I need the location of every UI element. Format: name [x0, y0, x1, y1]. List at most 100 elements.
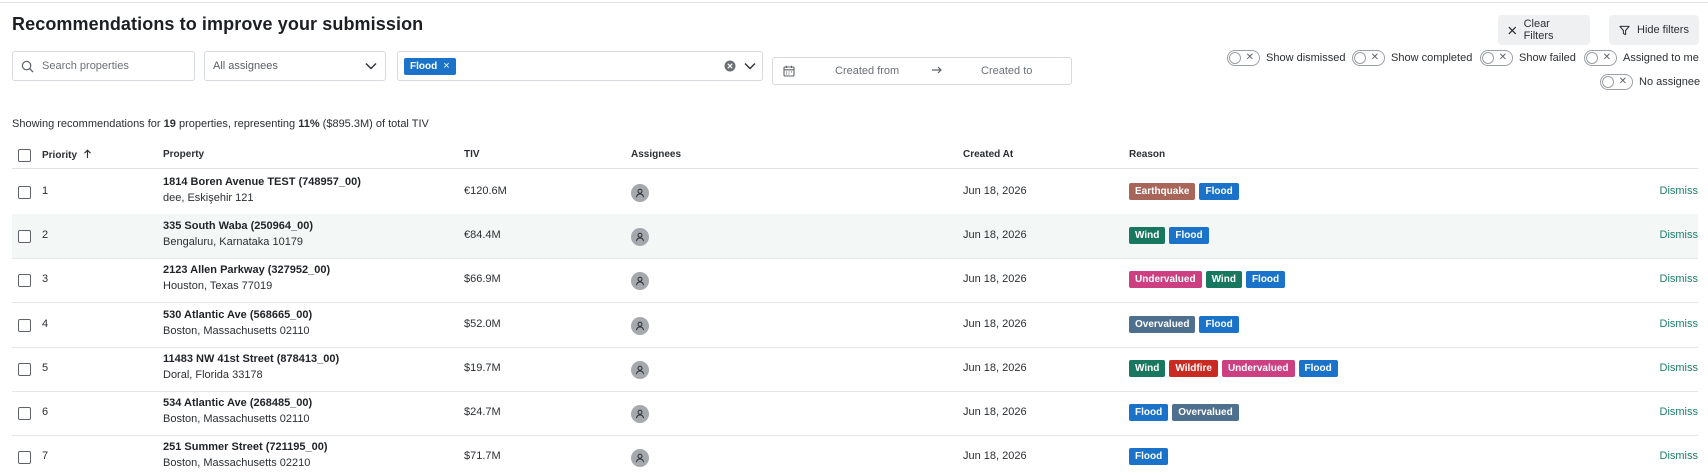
results-summary: Showing recommendations for 19 propertie… — [12, 118, 429, 130]
dismiss-link[interactable]: Dismiss — [1660, 229, 1699, 241]
row-checkbox[interactable] — [18, 407, 31, 420]
avatar[interactable] — [631, 449, 649, 467]
reason-tag: Flood — [1129, 448, 1169, 465]
row-checkbox[interactable] — [18, 451, 31, 464]
reason-tags: Wind Wildfire Undervalued Flood — [1129, 360, 1338, 377]
property-name[interactable]: 534 Atlantic Ave (268485_00) — [163, 397, 312, 409]
reason-tag: Earthquake — [1129, 183, 1196, 200]
search-input[interactable] — [42, 60, 182, 72]
priority-cell: 2 — [42, 229, 49, 241]
row-checkbox[interactable] — [18, 319, 31, 332]
property-name[interactable]: 530 Atlantic Ave (568665_00) — [163, 309, 312, 321]
toggle-show-completed[interactable]: ✕ Show completed — [1352, 50, 1472, 66]
table-row[interactable]: 6 534 Atlantic Ave (268485_00) Boston, Mas… — [12, 391, 1698, 436]
property-location: Boston, Massachusetts 02210 — [163, 457, 311, 469]
toggle-label: Assigned to me — [1623, 52, 1699, 64]
sort-ascending-icon — [83, 149, 91, 158]
table-row[interactable]: 5 11483 NW 41st Street (878413_00) Doral, … — [12, 347, 1698, 392]
table-row[interactable]: 4 530 Atlantic Ave (568665_00) Boston, Mas… — [12, 303, 1698, 348]
dismiss-link[interactable]: Dismiss — [1660, 273, 1699, 285]
clear-filters-button[interactable]: Clear Filters — [1498, 15, 1590, 45]
table-header: Priority Property TIV Assignees Created … — [12, 145, 1698, 169]
avatar[interactable] — [631, 272, 649, 290]
toggle-show-dismissed[interactable]: ✕ Show dismissed — [1227, 50, 1345, 66]
property-location: Boston, Massachusetts 02110 — [163, 413, 310, 425]
created-at-cell: Jun 18, 2026 — [963, 273, 1027, 285]
priority-cell: 7 — [42, 450, 49, 462]
toggle-label: Show dismissed — [1266, 52, 1346, 64]
toggle-switch[interactable]: ✕ — [1480, 50, 1513, 66]
reason-tag: Flood — [1129, 404, 1169, 421]
reason-tags: Overvalued Flood — [1129, 316, 1239, 333]
priority-cell: 6 — [42, 406, 49, 418]
property-name[interactable]: 11483 NW 41st Street (878413_00) — [163, 353, 339, 365]
dismiss-link[interactable]: Dismiss — [1660, 318, 1699, 330]
select-all-checkbox[interactable] — [18, 149, 31, 162]
avatar[interactable] — [631, 361, 649, 379]
priority-cell: 3 — [42, 273, 49, 285]
reason-tags: Earthquake Flood — [1129, 183, 1239, 200]
property-name[interactable]: 1814 Boren Avenue TEST (748957_00) — [163, 176, 361, 188]
avatar[interactable] — [631, 317, 649, 335]
row-checkbox[interactable] — [18, 230, 31, 243]
chevron-down-icon — [365, 63, 377, 70]
toggle-switch[interactable]: ✕ — [1600, 74, 1633, 90]
chip-remove-icon[interactable]: × — [443, 60, 449, 72]
toggle-assigned-to-me[interactable]: ✕ Assigned to me — [1584, 50, 1699, 66]
dismiss-link[interactable]: Dismiss — [1660, 406, 1699, 418]
created-to-input[interactable]: Created to — [981, 65, 1032, 77]
row-checkbox[interactable] — [18, 186, 31, 199]
reason-tag: Flood — [1199, 183, 1239, 200]
table-row[interactable]: 1 1814 Boren Avenue TEST (748957_00) dee, … — [12, 170, 1698, 215]
dismiss-link[interactable]: Dismiss — [1660, 362, 1699, 374]
table-row[interactable]: 2 335 South Waba (250964_00) Bengaluru, Ka… — [12, 214, 1698, 259]
created-from-input[interactable]: Created from — [835, 65, 899, 77]
toggle-show-failed[interactable]: ✕ Show failed — [1480, 50, 1576, 66]
search-icon — [21, 60, 34, 73]
table-row[interactable]: 3 2123 Allen Parkway (327952_00) Houston, … — [12, 258, 1698, 303]
toggle-switch[interactable]: ✕ — [1352, 50, 1385, 66]
assignees-value: All assignees — [213, 60, 278, 72]
user-icon — [636, 232, 644, 242]
user-icon — [636, 321, 644, 331]
reason-tag: Flood — [1169, 227, 1209, 244]
user-icon — [636, 276, 644, 286]
property-name[interactable]: 335 South Waba (250964_00) — [163, 220, 313, 232]
tiv-cell: $66.9M — [464, 273, 501, 285]
date-range-picker[interactable]: Created from Created to — [772, 57, 1072, 85]
column-reason: Reason — [1129, 149, 1166, 160]
property-name[interactable]: 2123 Allen Parkway (327952_00) — [163, 264, 330, 276]
reason-tag: Flood — [1199, 316, 1239, 333]
dismiss-link[interactable]: Dismiss — [1660, 185, 1699, 197]
reason-tag: Undervalued — [1221, 360, 1295, 377]
chevron-down-icon[interactable] — [744, 62, 756, 70]
table-row[interactable]: 7 251 Summer Street (721195_00) Boston, Ma… — [12, 435, 1698, 475]
clear-circle-icon[interactable] — [724, 60, 736, 72]
row-checkbox[interactable] — [18, 363, 31, 376]
avatar[interactable] — [631, 184, 649, 202]
dismiss-link[interactable]: Dismiss — [1660, 450, 1699, 462]
reason-tag: Overvalued — [1129, 316, 1196, 333]
toggle-switch[interactable]: ✕ — [1584, 50, 1617, 66]
reason-chip-flood[interactable]: Flood × — [404, 57, 456, 75]
toggle-no-assignee[interactable]: ✕ No assignee — [1600, 74, 1700, 90]
tiv-cell: €120.6M — [464, 185, 507, 197]
avatar[interactable] — [631, 405, 649, 423]
avatar[interactable] — [631, 228, 649, 246]
property-name[interactable]: 251 Summer Street (721195_00) — [163, 441, 328, 453]
search-box — [12, 51, 195, 81]
reason-multiselect[interactable]: Flood × — [397, 51, 763, 81]
user-icon — [636, 188, 644, 198]
row-checkbox[interactable] — [18, 274, 31, 287]
assignees-select[interactable]: All assignees — [204, 51, 386, 81]
user-icon — [636, 409, 644, 419]
user-icon — [636, 365, 644, 375]
column-priority[interactable]: Priority — [42, 149, 92, 161]
toggle-switch[interactable]: ✕ — [1227, 50, 1260, 66]
created-at-cell: Jun 18, 2026 — [963, 450, 1027, 462]
property-location: Bengaluru, Karnataka 10179 — [163, 236, 304, 248]
hide-filters-button[interactable]: Hide filters — [1609, 15, 1699, 45]
reason-tags: Wind Flood — [1129, 227, 1209, 244]
reason-tag: Flood — [1245, 271, 1286, 288]
toggle-label: No assignee — [1639, 76, 1701, 88]
